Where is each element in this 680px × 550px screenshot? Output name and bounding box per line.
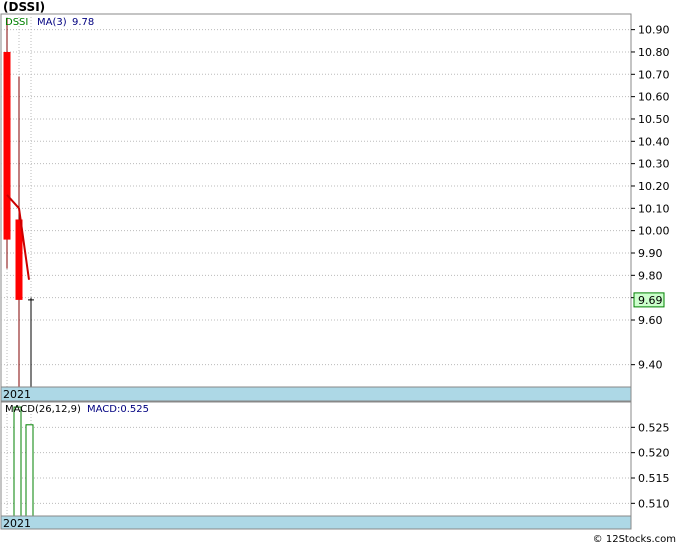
macd-bar [13,406,22,517]
chart-canvas: 10.90 10.80 10.70 10.60 10.50 10.40 10.30 10.20… [0,13,670,530]
price-tick-label: 9.60 [638,314,663,327]
macd-tick-label: 0.525 [638,421,670,434]
credit-text: © 12Stocks.com [592,534,676,545]
price-tick-label: 9.90 [638,247,663,260]
legend-ma-value: 9.78 [72,17,94,28]
price-tick-label: 10.90 [638,24,670,37]
price-tick-label: 10.40 [638,135,670,148]
macd-tick-label: 0.520 [638,447,670,460]
price-tick-label: 10.50 [638,113,670,126]
price-tick-label: 9.40 [638,359,663,372]
price-tick-label: 9.80 [638,269,663,282]
chart-title: (DSSI) [3,0,46,14]
macd-year-label: 2021 [3,517,31,530]
macd-legend-label: MACD(26,12,9) [5,404,81,415]
price-tick-label: 10.30 [638,158,670,171]
stock-chart: 10.90 10.80 10.70 10.60 10.50 10.40 10.30 10.20… [0,0,680,546]
macd-panel [0,401,632,517]
price-tick-label: 10.00 [638,225,670,238]
price-tick-label: 10.80 [638,46,670,59]
price-panel [0,13,632,388]
price-year-label: 2021 [3,388,31,401]
candle-body [3,51,11,240]
current-price-label: 9.69 [638,294,663,307]
macd-year-band [0,515,632,530]
macd-tick-label: 0.510 [638,497,670,510]
price-tick-label: 10.60 [638,91,670,104]
macd-bar [25,424,34,517]
price-tick-label: 10.20 [638,180,670,193]
macd-legend-value: MACD:0.525 [87,404,149,415]
price-tick-label: 10.70 [638,68,670,81]
legend-ma-label: MA(3) [37,17,67,28]
price-year-band [0,386,632,402]
macd-tick-label: 0.515 [638,472,670,485]
legend-symbol: DSSI [5,17,28,28]
price-tick-label: 10.10 [638,202,670,215]
